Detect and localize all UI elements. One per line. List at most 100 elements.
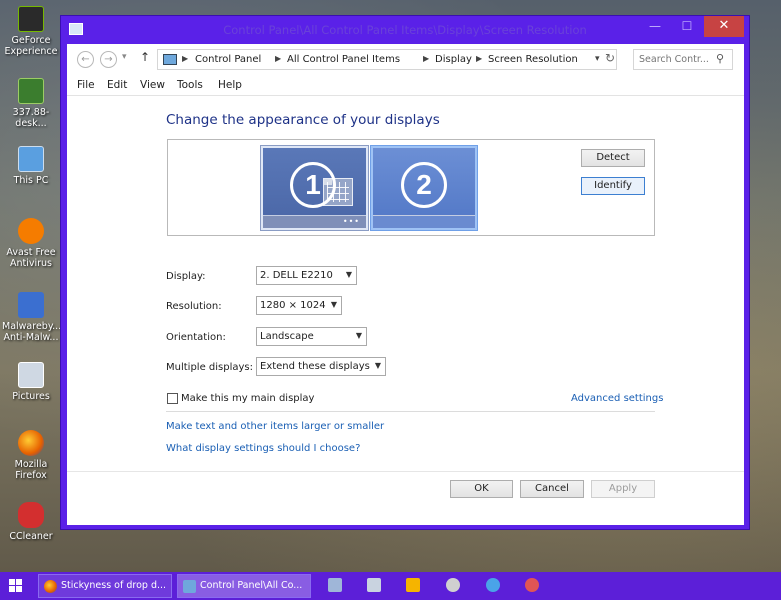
divider	[67, 471, 744, 472]
refresh-icon[interactable]: ↻	[605, 51, 615, 65]
taskbar-item-label: Control Panel\All Co...	[200, 580, 303, 591]
minimize-button[interactable]: —	[640, 16, 670, 37]
up-button[interactable]: ↑	[140, 50, 150, 64]
desktop-icon-label: CCleaner	[9, 531, 53, 542]
navigation-bar: ← → ▾ ↑ ▶ Control Panel ▶ All Control Pa…	[67, 44, 744, 74]
resolution-select[interactable]: 1280 × 1024 ▼	[256, 296, 342, 315]
breadcrumb-chevron-icon: ▶	[476, 54, 483, 63]
title-bar[interactable]: Control Panel\All Control Panel Items\Di…	[61, 16, 749, 44]
detect-button[interactable]: Detect	[581, 149, 645, 167]
breadcrumb-chevron-icon: ▶	[275, 54, 282, 63]
desktop-icon-geforce[interactable]: GeForce Experience	[2, 6, 60, 57]
breadcrumb-chevron-icon: ▶	[423, 54, 430, 63]
orientation-select[interactable]: Landscape ▼	[256, 327, 367, 346]
ok-button[interactable]: OK	[450, 480, 513, 498]
identify-button[interactable]: Identify	[581, 177, 645, 195]
forward-button[interactable]: →	[100, 51, 117, 68]
address-bar[interactable]: ▶ Control Panel ▶ All Control Panel Item…	[157, 49, 617, 70]
control-panel-icon	[183, 580, 196, 593]
breadcrumb-control-panel[interactable]: Control Panel	[195, 54, 261, 65]
multiple-displays-select[interactable]: Extend these displays ▼	[256, 357, 386, 376]
monitor-1[interactable]: 1 •••	[260, 145, 369, 231]
desktop-icon-label: 337.88-desk...	[12, 107, 50, 129]
page-title: Change the appearance of your displays	[166, 112, 440, 128]
internet-explorer-icon[interactable]	[486, 578, 500, 592]
window-client-area: ← → ▾ ↑ ▶ Control Panel ▶ All Control Pa…	[67, 44, 744, 525]
pinned-settings-icon[interactable]	[446, 578, 460, 592]
menu-view[interactable]: View	[140, 79, 165, 91]
chevron-down-icon: ▼	[330, 300, 337, 309]
pinned-media-icon[interactable]	[406, 578, 420, 592]
screen-resolution-window: Control Panel\All Control Panel Items\Di…	[60, 15, 750, 530]
desktop-icon-label: Mozilla Firefox	[14, 459, 48, 481]
menu-tools[interactable]: Tools	[177, 79, 203, 91]
firefox-icon	[18, 430, 44, 456]
start-button[interactable]	[9, 579, 23, 593]
pictures-folder-icon	[18, 362, 44, 388]
desktop-icon-pictures[interactable]: Pictures	[2, 362, 60, 402]
display-select-value: 2. DELL E2210	[260, 270, 333, 281]
monitor-taskbar-strip	[373, 215, 475, 228]
main-display-label[interactable]: Make this my main display	[181, 393, 314, 404]
breadcrumb-chevron-icon: ▶	[182, 54, 189, 63]
taskbar-item-label: Stickyness of drop d...	[61, 580, 167, 591]
avast-icon	[18, 218, 44, 244]
desktop-icon-ccleaner[interactable]: CCleaner	[2, 502, 60, 542]
monitor-number: 1	[290, 162, 336, 208]
cancel-button[interactable]: Cancel	[520, 480, 584, 498]
desktop-icon-label: This PC	[13, 175, 49, 186]
geforce-icon	[18, 6, 44, 32]
taskbar: Stickyness of drop d... Control Panel\Al…	[0, 572, 781, 600]
multiple-displays-label: Multiple displays:	[166, 362, 253, 373]
desktop-icon-malwarebytes[interactable]: Malwareby... Anti-Malw...	[2, 292, 62, 343]
orientation-select-value: Landscape	[260, 331, 314, 342]
close-button[interactable]: ✕	[704, 16, 744, 37]
desktop-icon-label: Malwareby... Anti-Malw...	[2, 321, 62, 343]
windows-logo-pane	[16, 579, 22, 585]
multiple-displays-select-value: Extend these displays	[260, 361, 370, 372]
desktop-icon-firefox[interactable]: Mozilla Firefox	[2, 430, 60, 481]
maximize-button[interactable]: ☐	[672, 16, 702, 37]
desktop-icon-label: Avast Free Antivirus	[6, 247, 56, 269]
malwarebytes-icon	[18, 292, 44, 318]
resolution-label: Resolution:	[166, 301, 222, 312]
breadcrumb-display[interactable]: Display	[435, 54, 472, 65]
orientation-label: Orientation:	[166, 332, 226, 343]
main-display-checkbox[interactable]	[167, 393, 178, 404]
pinned-app-icon[interactable]	[328, 578, 342, 592]
text-size-link[interactable]: Make text and other items larger or smal…	[166, 421, 384, 432]
chevron-down-icon: ▼	[374, 361, 381, 370]
search-box[interactable]: ⚲	[633, 49, 733, 70]
search-icon[interactable]: ⚲	[716, 52, 724, 65]
menu-file[interactable]: File	[77, 79, 95, 91]
address-history-dropdown[interactable]: ▾	[595, 54, 600, 64]
breadcrumb-screen-resolution[interactable]: Screen Resolution	[488, 54, 578, 65]
desktop-icon-driver[interactable]: 337.88-desk...	[2, 78, 60, 129]
resolution-select-value: 1280 × 1024	[260, 300, 326, 311]
display-settings-help-link[interactable]: What display settings should I choose?	[166, 443, 360, 454]
control-panel-icon	[163, 54, 177, 65]
desktop-icon-label: Pictures	[12, 391, 50, 402]
advanced-settings-link[interactable]: Advanced settings	[571, 393, 663, 404]
display-select[interactable]: 2. DELL E2210 ▼	[256, 266, 357, 285]
monitor-2[interactable]: 2	[370, 145, 478, 231]
back-button[interactable]: ←	[77, 51, 94, 68]
recent-pages-dropdown[interactable]: ▾	[122, 52, 127, 62]
desktop-icon-label: GeForce Experience	[4, 35, 58, 57]
breadcrumb-all-items[interactable]: All Control Panel Items	[287, 54, 400, 65]
pinned-document-icon[interactable]	[367, 578, 381, 592]
search-input[interactable]	[634, 50, 714, 69]
menu-edit[interactable]: Edit	[107, 79, 127, 91]
apply-button[interactable]: Apply	[591, 480, 655, 498]
monitor-number: 2	[401, 162, 447, 208]
ccleaner-icon	[18, 502, 44, 528]
firefox-icon	[44, 580, 57, 593]
computer-icon	[18, 146, 44, 172]
pinned-app-icon[interactable]	[525, 578, 539, 592]
desktop-icon-this-pc[interactable]: This PC	[2, 146, 60, 186]
display-arrangement-panel: 1 ••• 2 Detect Identify	[167, 139, 655, 236]
menu-help[interactable]: Help	[218, 79, 242, 91]
desktop-icon-avast[interactable]: Avast Free Antivirus	[2, 218, 60, 269]
taskbar-item-firefox[interactable]: Stickyness of drop d...	[38, 574, 172, 598]
taskbar-item-control-panel[interactable]: Control Panel\All Co...	[177, 574, 311, 598]
